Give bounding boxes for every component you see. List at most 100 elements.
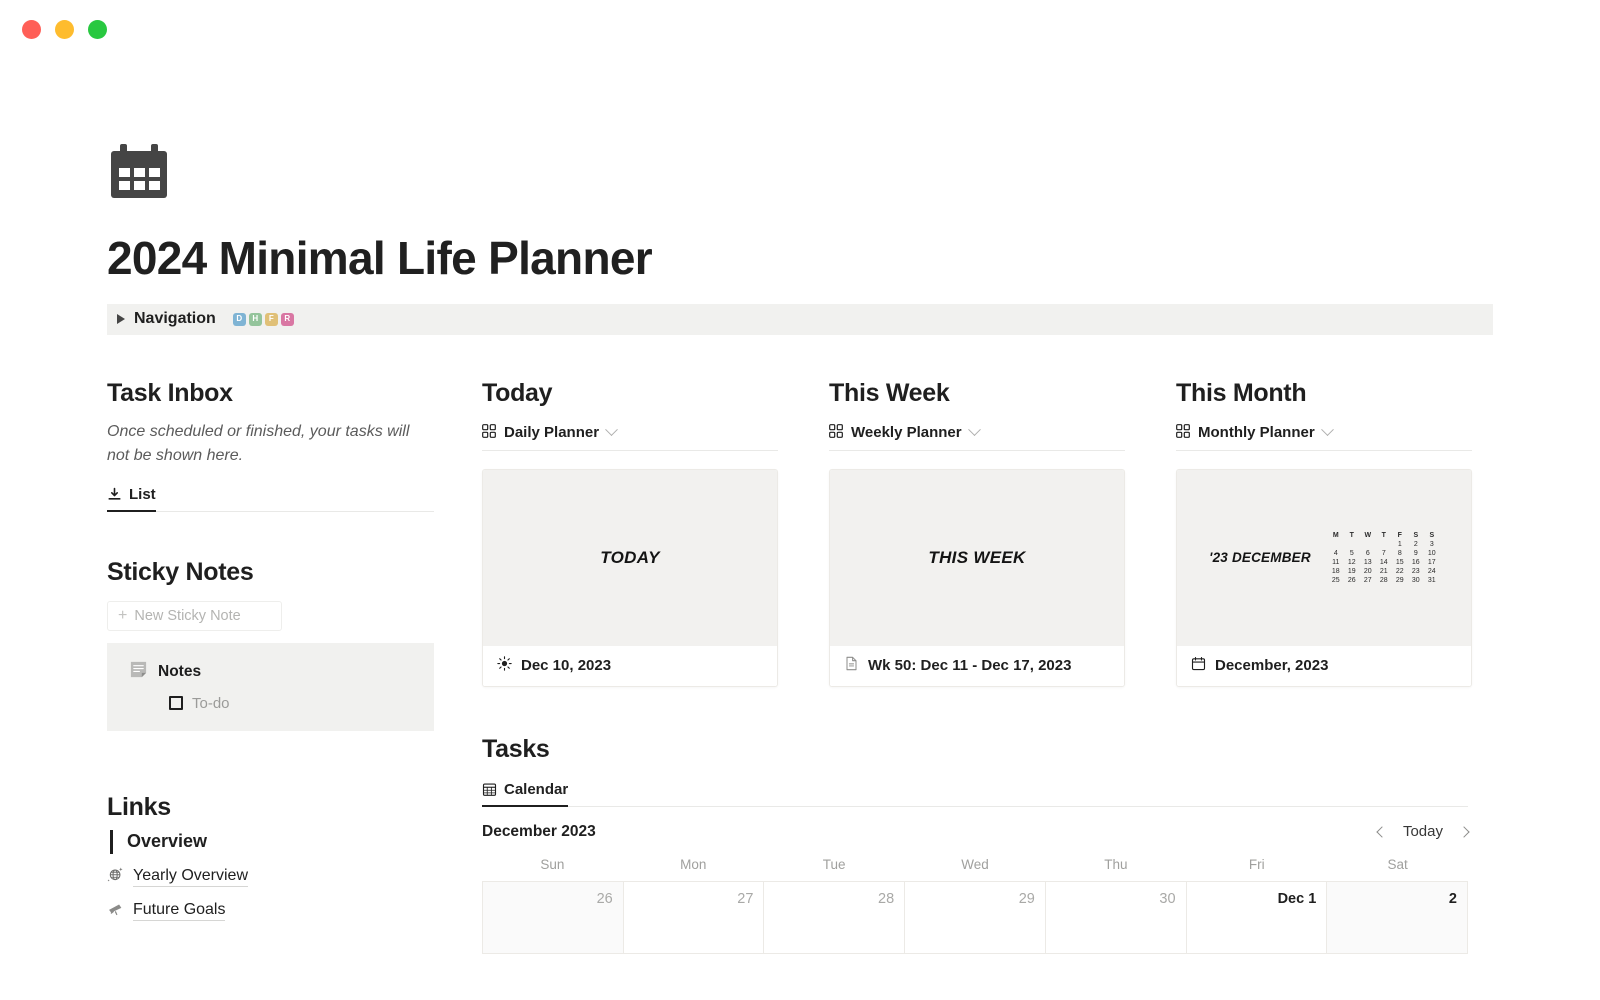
mini-calendar-day: 29 — [1395, 576, 1404, 584]
chevron-down-icon[interactable] — [1320, 423, 1334, 437]
sticky-notes-title: Sticky Notes — [107, 557, 254, 586]
calendar-view-icon — [482, 782, 497, 797]
calendar-cell[interactable]: 27 — [623, 881, 765, 954]
mini-calendar-day: 9 — [1413, 549, 1418, 557]
mini-calendar-weekday: S — [1429, 531, 1435, 539]
planner-week-card[interactable]: THIS WEEK Wk 50: Dec 11 - Dec 17, 2023 — [829, 468, 1125, 687]
mini-calendar-day: 21 — [1379, 567, 1388, 575]
calendar-day-number: 30 — [1159, 890, 1176, 907]
calendar-grid: 26 27 28 29 30 Dec 1 2 — [482, 880, 1468, 954]
link-label-future-goals: Future Goals — [133, 901, 226, 921]
minimize-button[interactable] — [55, 20, 74, 39]
link-item-future-goals[interactable]: Future Goals — [107, 900, 482, 922]
calendar-day-number: 29 — [1018, 890, 1035, 907]
window-controls — [22, 20, 107, 39]
calendar-cell[interactable]: Dec 1 — [1186, 881, 1328, 954]
new-sticky-note-button[interactable]: + New Sticky Note — [107, 600, 282, 631]
mini-calendar-weekday: S — [1413, 531, 1419, 539]
mini-calendar-day: 5 — [1349, 549, 1354, 557]
planner-today-footer: Dec 10, 2023 — [483, 645, 777, 686]
badge-r[interactable]: R — [280, 312, 294, 326]
calendar-cell[interactable]: 26 — [483, 881, 624, 954]
calendar-cell[interactable]: 28 — [764, 881, 906, 954]
calendar-day-header: Mon — [680, 856, 707, 872]
mini-calendar-day: 24 — [1427, 567, 1436, 575]
mini-calendar-day: 20 — [1363, 567, 1372, 575]
mini-calendar-weekday: T — [1381, 531, 1386, 539]
planner-week-cover: THIS WEEK — [830, 469, 1124, 646]
tab-calendar[interactable]: Calendar — [482, 780, 569, 807]
planner-today-source[interactable]: Daily Planner — [482, 423, 618, 450]
chevron-down-icon[interactable] — [605, 423, 618, 437]
close-button[interactable] — [22, 20, 41, 39]
tasks-section: Tasks Calendar December 2023 Today Sun M… — [482, 735, 1470, 954]
mini-calendar-day — [1345, 540, 1359, 549]
tab-calendar-label: Calendar — [504, 780, 569, 798]
planner-today-tabrow: Daily Planner — [482, 423, 778, 451]
calendar-today-button[interactable]: Today — [1403, 823, 1443, 840]
link-item-yearly-overview[interactable]: Yearly Overview — [107, 866, 482, 888]
calendar-cell[interactable]: 30 — [1045, 881, 1187, 954]
planner-today-title: Today — [482, 378, 553, 407]
navigation-badges: D H F R — [232, 312, 294, 326]
mini-calendar-day: 28 — [1379, 576, 1388, 584]
mini-calendar-weekday: W — [1364, 531, 1372, 539]
planner-month-source[interactable]: Monthly Planner — [1176, 423, 1334, 450]
mini-calendar-day — [1377, 540, 1391, 549]
calendar-month-label: December 2023 — [482, 822, 596, 840]
badge-f[interactable]: F — [264, 312, 278, 326]
planner-week-cover-label: THIS WEEK — [928, 547, 1026, 567]
sticky-note-todo[interactable]: To-do — [169, 695, 434, 712]
calendar-day-number: 26 — [596, 890, 613, 907]
main-content: Today Daily Planner TODAY Dec 10, 2023 T… — [482, 379, 1493, 954]
link-label-yearly-overview: Yearly Overview — [133, 867, 249, 887]
note-icon — [129, 660, 148, 684]
vertical-bar-divider — [110, 829, 113, 854]
chevron-left-icon[interactable] — [1376, 826, 1388, 838]
planner-today-cover-label: TODAY — [600, 547, 660, 567]
chevron-right-icon[interactable] — [1458, 826, 1470, 838]
planner-week-source-label: Weekly Planner — [851, 424, 962, 442]
sticky-note-card[interactable]: Notes To-do — [107, 642, 434, 731]
planner-columns: Today Daily Planner TODAY Dec 10, 2023 T… — [482, 379, 1493, 687]
navigation-toggle[interactable]: Navigation D H F R — [107, 303, 1493, 335]
mini-calendar-day — [1329, 540, 1343, 549]
task-inbox-title: Task Inbox — [107, 378, 233, 407]
grid-icon — [1176, 423, 1190, 442]
mini-calendar-day: 11 — [1332, 558, 1340, 566]
mini-calendar-day: 31 — [1427, 576, 1436, 584]
navigation-label: Navigation — [134, 310, 216, 328]
tab-list[interactable]: List — [107, 486, 156, 512]
planner-month-tabrow: Monthly Planner — [1176, 423, 1472, 451]
mini-calendar-day: 2 — [1413, 540, 1418, 548]
download-list-icon — [107, 487, 122, 502]
calendar-cell[interactable]: 29 — [905, 881, 1046, 954]
calendar-cell[interactable]: 2 — [1327, 881, 1468, 954]
mini-calendar-day — [1361, 540, 1375, 549]
mini-calendar-day: 23 — [1411, 567, 1420, 575]
planner-month-cover: '23 DECEMBER M T W T F S S 1 2 3 4 5 6 7 8 9 10 11 12 13 14 1… — [1177, 469, 1471, 646]
mini-calendar-day: 7 — [1381, 549, 1386, 557]
planner-today-card[interactable]: TODAY Dec 10, 2023 — [482, 468, 778, 687]
sticky-note-todo-label: To-do — [192, 694, 230, 712]
triangle-right-icon[interactable] — [117, 314, 125, 325]
planner-week-source[interactable]: Weekly Planner — [829, 423, 981, 450]
calendar-header: December 2023 Today — [482, 822, 1470, 841]
planner-month-title: This Month — [1176, 378, 1307, 407]
mini-calendar-day: 15 — [1395, 558, 1404, 566]
mini-calendar-day: 30 — [1411, 576, 1420, 584]
mini-calendar-day: 4 — [1333, 549, 1338, 557]
planner-today: Today Daily Planner TODAY Dec 10, 2023 — [482, 379, 778, 687]
document-icon — [844, 656, 859, 675]
badge-d[interactable]: D — [232, 312, 246, 326]
planner-this-week: This Week Weekly Planner THIS WEEK Wk 50… — [829, 379, 1125, 687]
planner-month-card[interactable]: '23 DECEMBER M T W T F S S 1 2 3 4 5 6 7 8 9 10 11 12 13 14 1… — [1176, 468, 1472, 687]
badge-h[interactable]: H — [248, 312, 262, 326]
mini-calendar-day: 6 — [1365, 549, 1370, 557]
mini-calendar-day: 1 — [1397, 540, 1402, 548]
maximize-button[interactable] — [88, 20, 107, 39]
calendar-day-number: 28 — [878, 890, 895, 907]
chevron-down-icon[interactable] — [967, 423, 981, 437]
calendar-icon — [107, 142, 171, 206]
checkbox-icon[interactable] — [169, 696, 183, 711]
